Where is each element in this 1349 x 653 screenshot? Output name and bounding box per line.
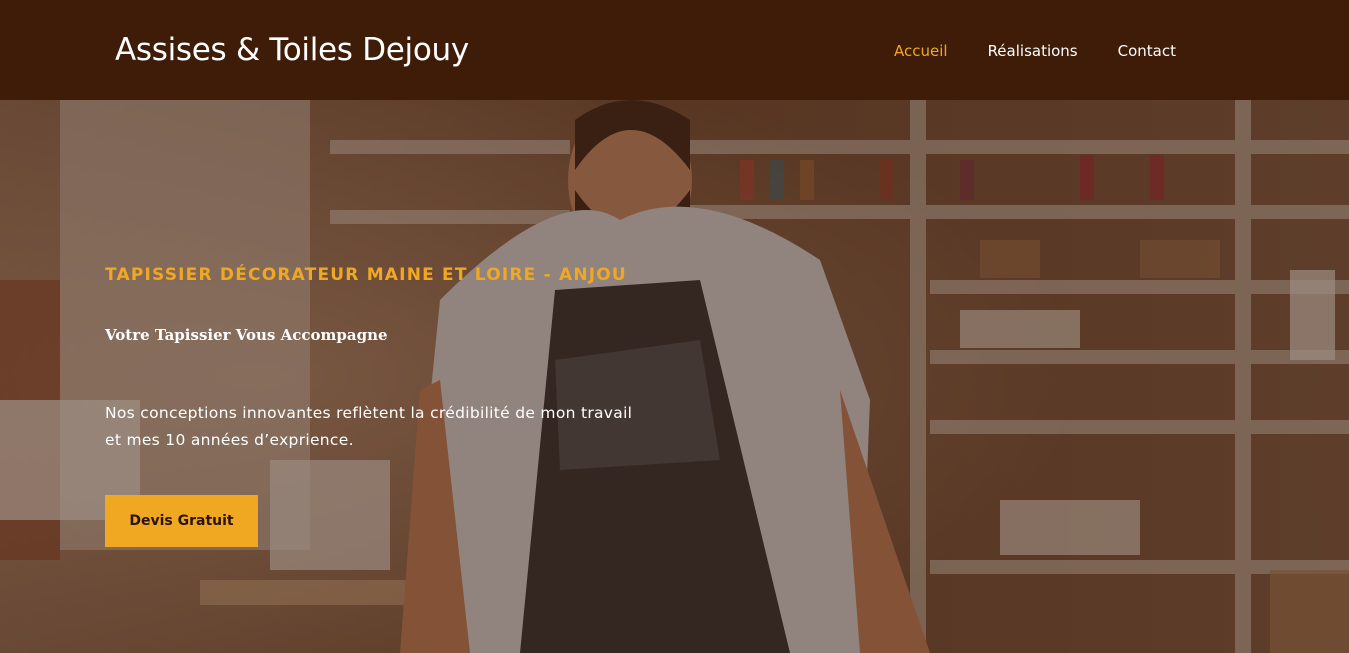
site-header: Assises & Toiles Dejouy Accueil Réalisat… — [0, 0, 1349, 100]
nav-item-contact[interactable]: Contact — [1118, 42, 1176, 60]
hero-kicker: TAPISSIER DÉCORATEUR MAINE ET LOIRE - AN… — [105, 265, 627, 285]
hero-description: Nos conceptions innovantes reflètent la … — [105, 404, 633, 449]
nav-item-realisations[interactable]: Réalisations — [988, 42, 1078, 60]
main-nav: Accueil Réalisations Contact — [894, 42, 1216, 60]
hero-subtitle: Votre Tapissier Vous Accompagne — [105, 326, 388, 344]
site-title[interactable]: Assises & Toiles Dejouy — [115, 32, 469, 68]
hero-overlay — [0, 100, 1349, 653]
devis-gratuit-button[interactable]: Devis Gratuit — [105, 495, 258, 547]
hero-section: TAPISSIER DÉCORATEUR MAINE ET LOIRE - AN… — [0, 100, 1349, 653]
nav-item-accueil[interactable]: Accueil — [894, 42, 948, 60]
